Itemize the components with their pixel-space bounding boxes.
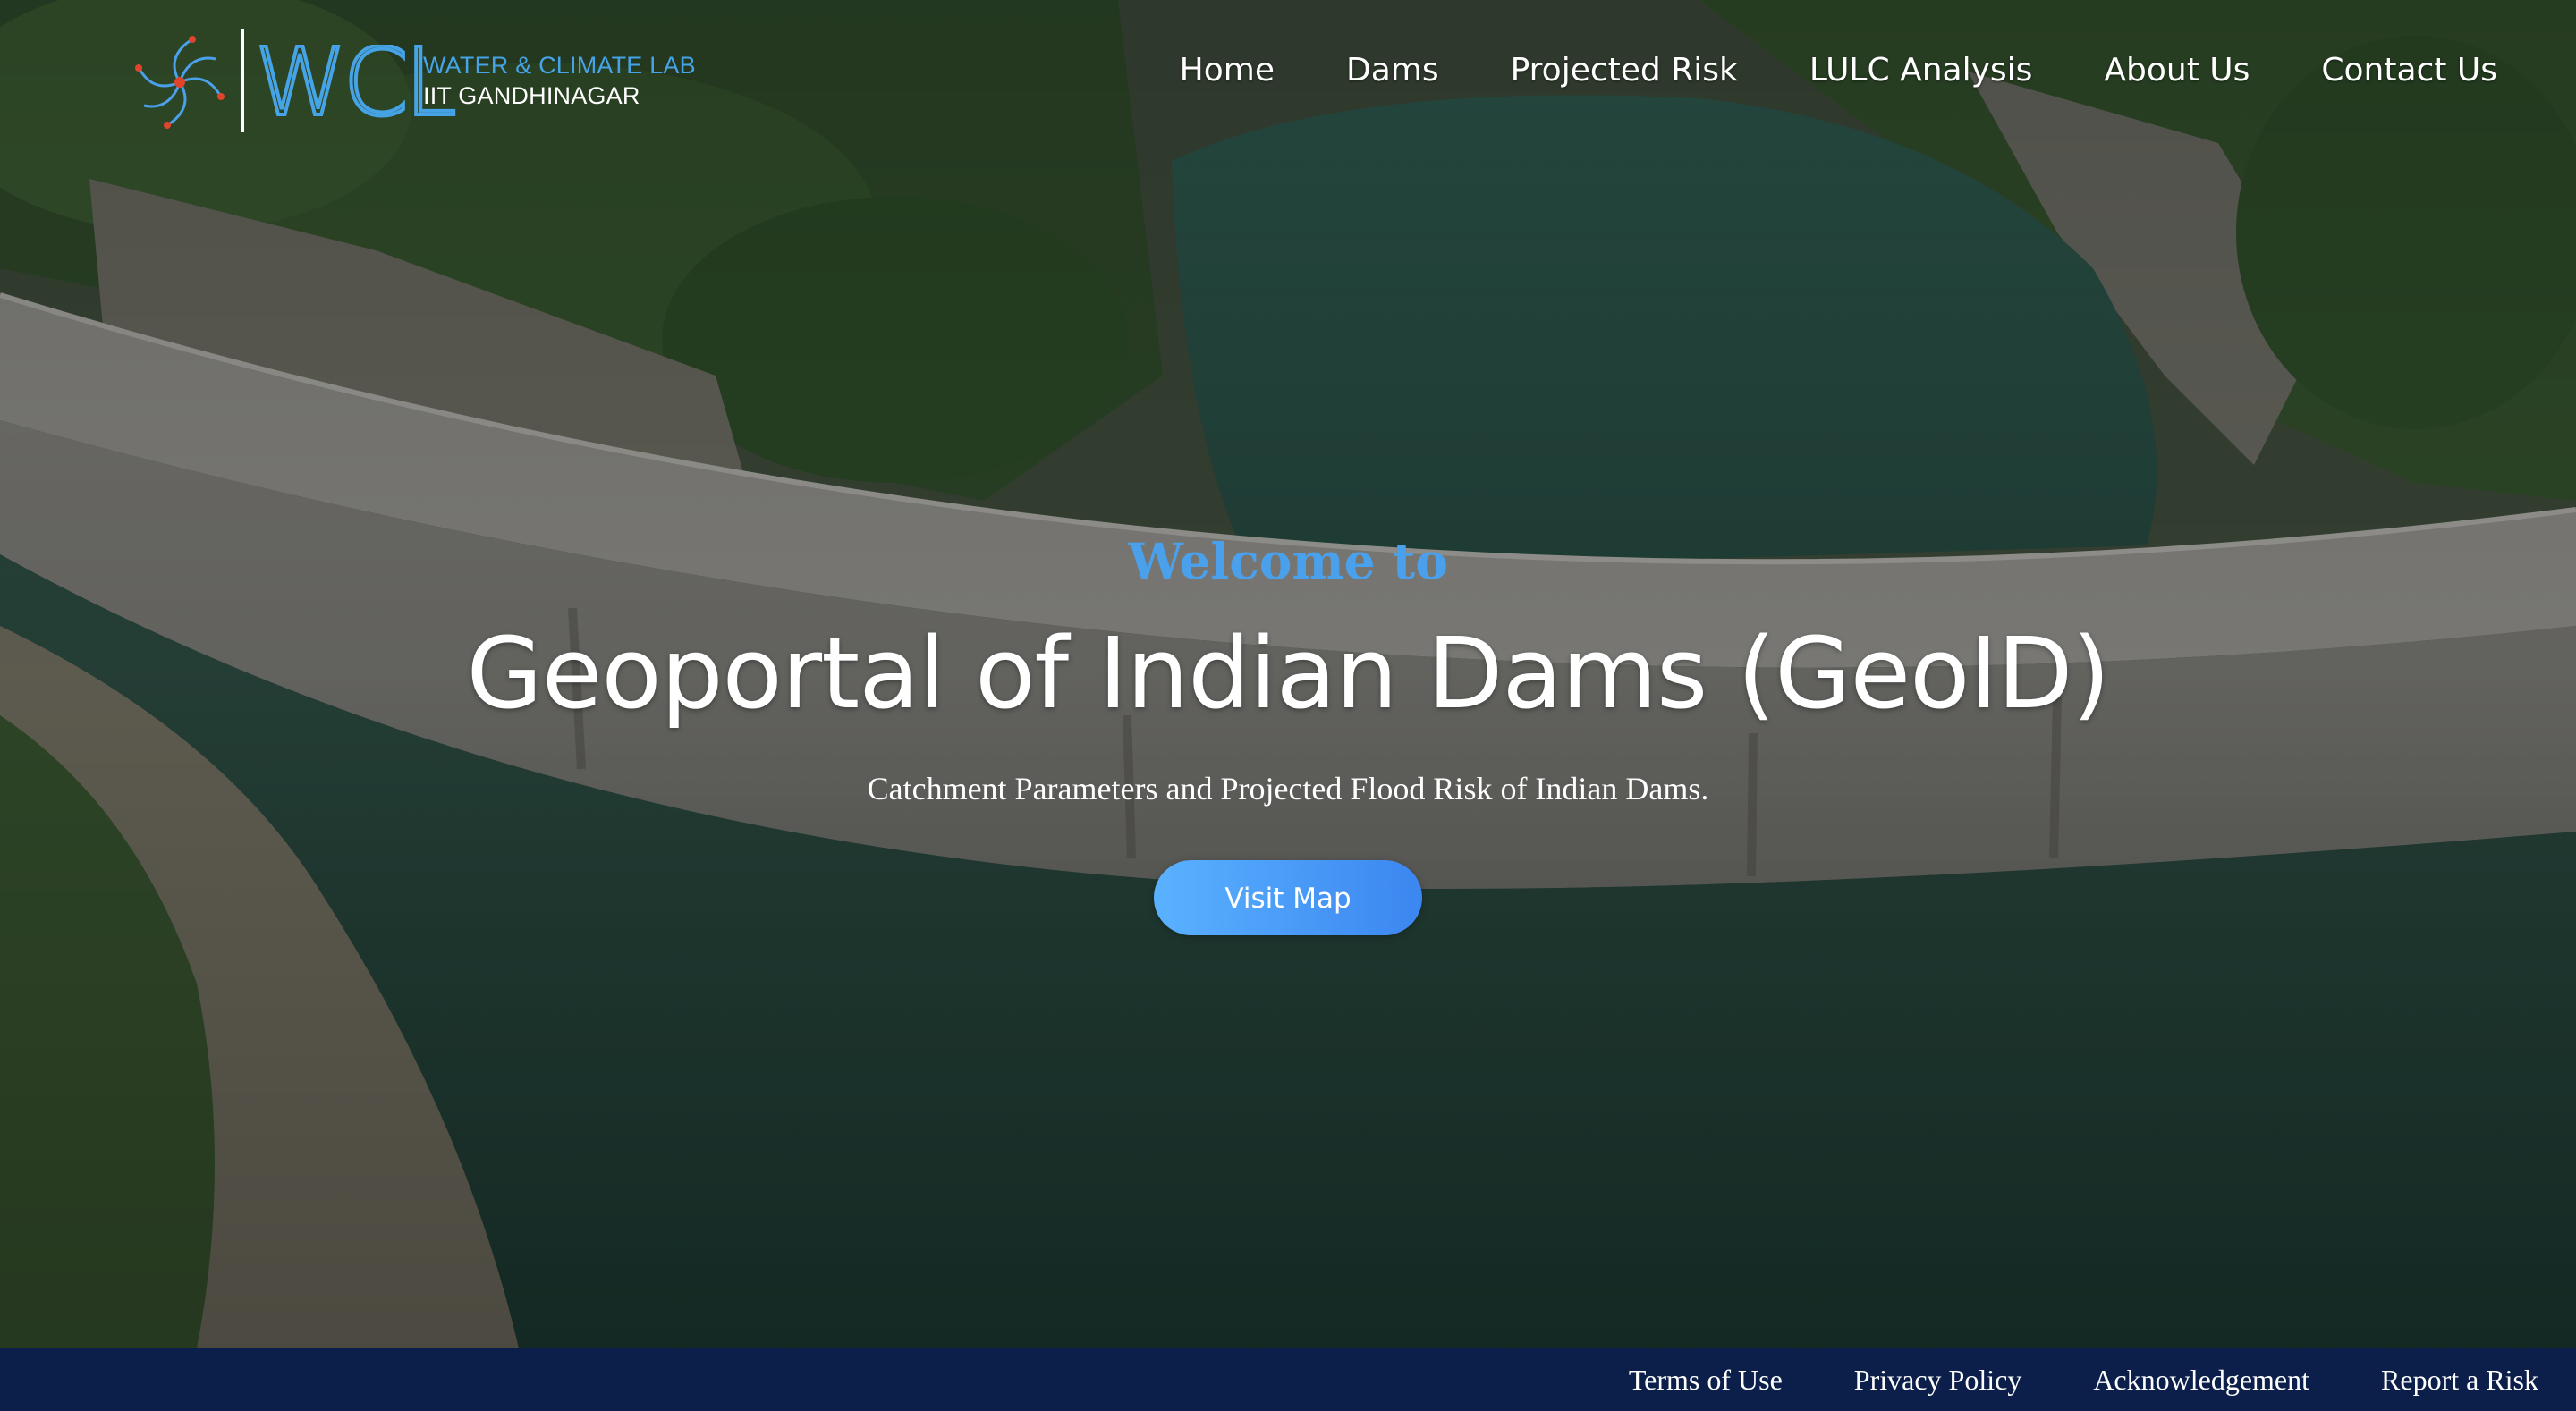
welcome-text: Welcome to xyxy=(1128,532,1448,590)
logo-text-institute: IIT GANDHINAGAR xyxy=(423,82,640,109)
hero-content: Welcome to Geoportal of Indian Dams (Geo… xyxy=(0,537,2576,935)
footer-acknowledgement[interactable]: Acknowledgement xyxy=(2093,1364,2309,1397)
footer-links: Terms of Use Privacy Policy Acknowledgem… xyxy=(1629,1348,2538,1411)
nav-lulc-analysis[interactable]: LULC Analysis xyxy=(1809,52,2033,89)
wcl-logo[interactable]: WCL WATER & CLIMATE LAB IIT GANDHINAGAR xyxy=(130,25,696,136)
flower-logo-icon xyxy=(135,36,225,129)
hero-subtitle: Catchment Parameters and Projected Flood… xyxy=(867,771,1709,807)
hero-section: WCL WATER & CLIMATE LAB IIT GANDHINAGAR … xyxy=(0,0,2576,1348)
logo-divider xyxy=(241,29,244,132)
nav-home[interactable]: Home xyxy=(1180,52,1275,89)
footer-report-a-risk[interactable]: Report a Risk xyxy=(2381,1364,2538,1397)
nav-projected-risk[interactable]: Projected Risk xyxy=(1511,52,1738,89)
nav-about-us[interactable]: About Us xyxy=(2104,52,2250,89)
nav-contact-us[interactable]: Contact Us xyxy=(2321,52,2497,89)
site-footer: Terms of Use Privacy Policy Acknowledgem… xyxy=(0,1348,2576,1411)
page-title: Geoportal of Indian Dams (GeoID) xyxy=(466,616,2111,731)
nav-dams[interactable]: Dams xyxy=(1346,52,1439,89)
main-nav: Home Dams Projected Risk LULC Analysis A… xyxy=(1180,52,2497,89)
visit-map-button[interactable]: Visit Map xyxy=(1154,860,1422,935)
site-header: WCL WATER & CLIMATE LAB IIT GANDHINAGAR … xyxy=(0,0,2576,152)
footer-privacy-policy[interactable]: Privacy Policy xyxy=(1854,1364,2022,1397)
footer-terms-of-use[interactable]: Terms of Use xyxy=(1629,1364,1783,1397)
logo-text-lab: WATER & CLIMATE LAB xyxy=(423,52,696,79)
